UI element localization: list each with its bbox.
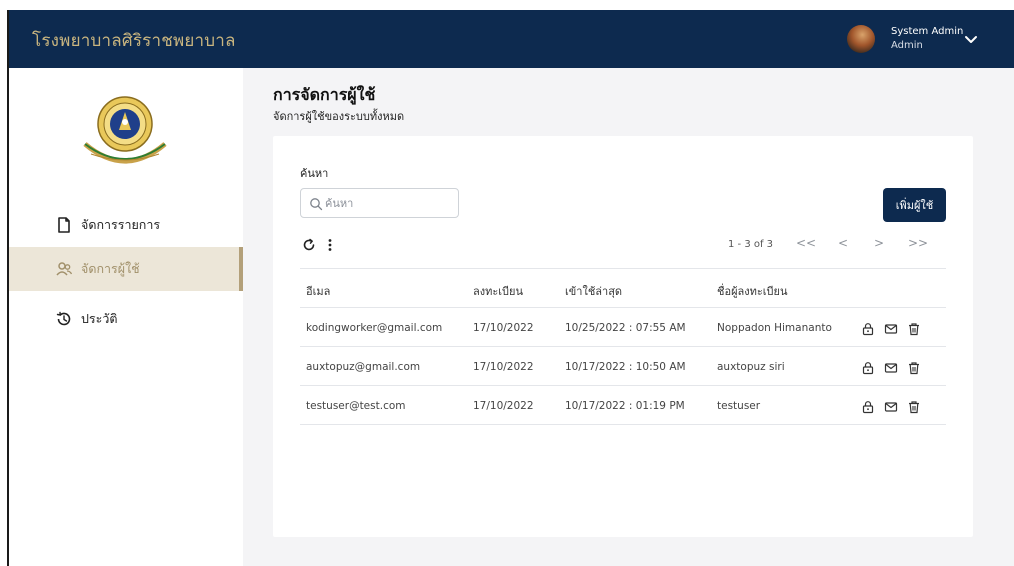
registered-cell: 17/10/2022 [473,322,534,334]
mail-icon[interactable] [884,400,898,414]
divider [300,385,946,386]
lock-icon[interactable] [861,400,875,414]
user-name: System Admin [891,26,964,37]
column-header-registrant[interactable]: ชื่อผู้ลงทะเบียน [717,282,788,300]
last-page-button[interactable]: >> [908,236,928,250]
hospital-logo [83,96,167,164]
sidebar: จัดการรายการ จัดการผู้ใช้ ประวัติ [9,68,243,566]
page-title: การจัดการผู้ใช้ [273,85,376,104]
avatar [847,25,875,53]
more-vertical-icon[interactable] [323,238,337,252]
search-field[interactable] [300,188,459,218]
users-icon [56,262,73,276]
last-login-cell: 10/25/2022 : 07:55 AM [565,322,686,334]
registrant-cell: testuser [717,400,761,412]
divider [300,424,946,425]
pagination-summary: 1 - 3 of 3 [728,239,774,250]
page-subtitle: จัดการผู้ใช้ของระบบทั้งหมด [273,110,405,123]
email-cell: testuser@test.com [306,400,406,412]
user-menu[interactable]: System Admin Admin [847,23,987,57]
next-page-button[interactable]: > [871,236,887,250]
sidebar-item-label: จัดการรายการ [81,217,161,232]
app-title: โรงพยาบาลศิริราชพยาบาล [32,31,236,51]
sidebar-item-users[interactable]: จัดการผู้ใช้ [9,247,243,291]
prev-page-button[interactable]: < [835,236,851,250]
divider [300,307,946,308]
chevron-down-icon[interactable] [961,29,981,49]
mail-icon[interactable] [884,361,898,375]
column-header-email[interactable]: อีเมล [306,282,330,300]
history-icon [56,311,71,326]
trash-icon[interactable] [907,322,921,336]
trash-icon[interactable] [907,400,921,414]
registered-cell: 17/10/2022 [473,361,534,373]
divider [300,268,946,269]
first-page-button[interactable]: << [796,236,816,250]
file-icon [58,217,70,233]
registrant-cell: Noppadon Himananto [717,322,832,334]
search-label: ค้นหา [300,167,329,180]
refresh-icon[interactable] [302,238,316,252]
sidebar-item-label: จัดการผู้ใช้ [81,261,140,276]
trash-icon[interactable] [907,361,921,375]
last-login-cell: 10/17/2022 : 01:19 PM [565,400,685,412]
lock-icon[interactable] [861,322,875,336]
app-window: โรงพยาบาลศิริราชพยาบาล System Admin Admi… [9,10,1014,566]
lock-icon[interactable] [861,361,875,375]
divider [300,346,946,347]
registered-cell: 17/10/2022 [473,400,534,412]
sidebar-item-label: ประวัติ [81,311,118,326]
column-header-registered[interactable]: ลงทะเบียน [473,282,523,300]
last-login-cell: 10/17/2022 : 10:50 AM [565,361,686,373]
email-cell: kodingworker@gmail.com [306,322,443,334]
column-header-last-login[interactable]: เข้าใช้ล่าสุด [565,282,622,300]
search-input[interactable] [325,193,453,213]
registrant-cell: auxtopuz siri [717,361,785,373]
sidebar-item-history[interactable]: ประวัติ [9,297,243,341]
mail-icon[interactable] [884,322,898,336]
top-navbar: โรงพยาบาลศิริราชพยาบาล System Admin Admi… [9,10,1014,68]
email-cell: auxtopuz@gmail.com [306,361,421,373]
add-user-button[interactable]: เพิ่มผู้ใช้ [883,188,946,222]
user-role: Admin [891,40,923,51]
search-icon [310,198,323,211]
user-management-card: ค้นหา เพิ่มผู้ใช้ 1 - 3 of 3 << < > >> อ… [273,136,973,537]
sidebar-item-items[interactable]: จัดการรายการ [9,203,243,247]
